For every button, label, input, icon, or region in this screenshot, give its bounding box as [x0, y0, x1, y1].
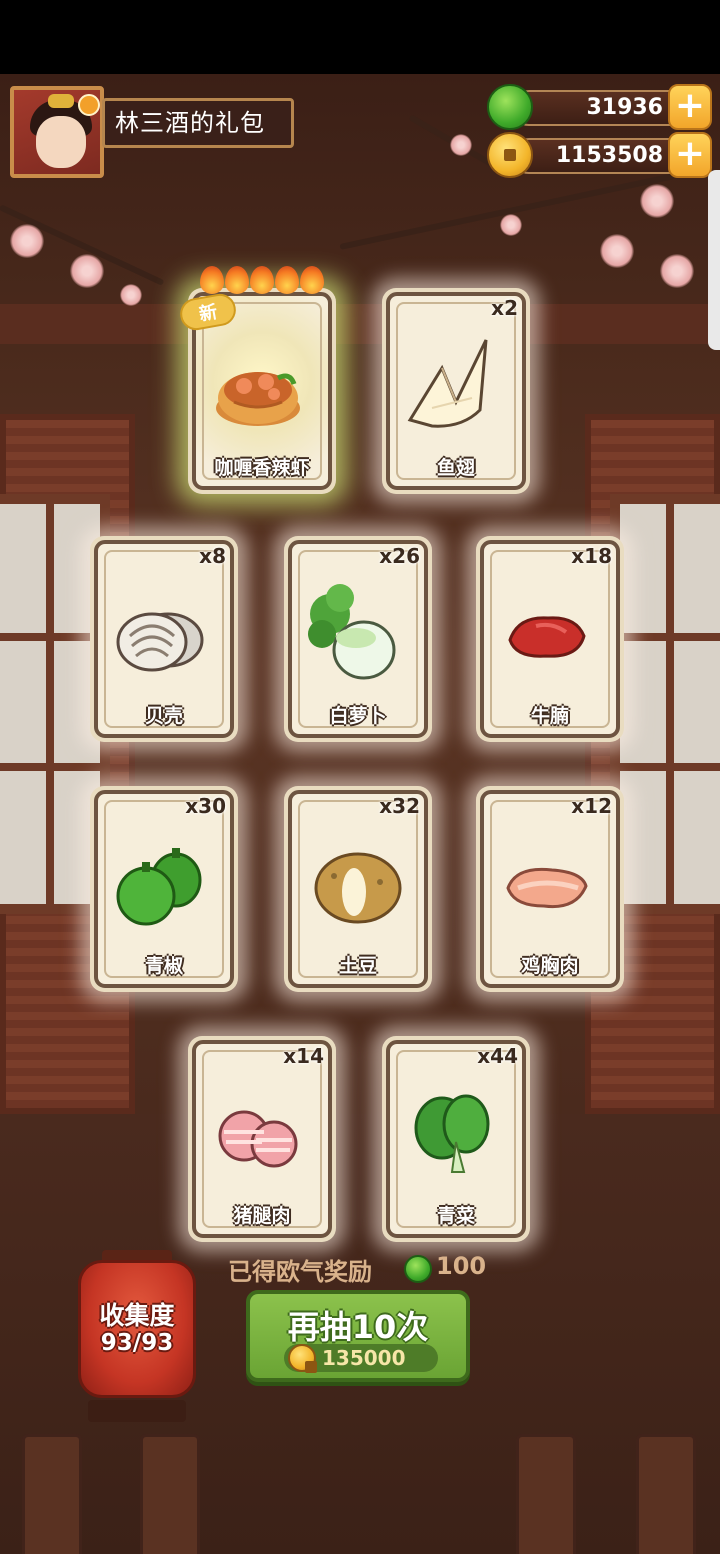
card-label: 牛腩	[530, 705, 569, 727]
fence-post	[516, 1434, 576, 1554]
green-pepper-icon	[116, 848, 202, 926]
jade-icon	[404, 1255, 432, 1283]
window-right	[610, 494, 720, 914]
level-badge-icon	[78, 94, 100, 116]
reward-amount: 100	[436, 1252, 487, 1280]
collection-label: 收集度	[99, 1301, 175, 1330]
flame-star-icon	[225, 266, 249, 294]
card-label: 鸡胸肉	[521, 955, 579, 977]
bok-choy-icon	[414, 1094, 490, 1173]
blossom-flower	[660, 254, 694, 288]
card-count: x26	[379, 544, 420, 568]
jade-amount: 31936	[511, 90, 691, 126]
blossom-flower	[70, 254, 104, 288]
card-bok-choy[interactable]: x44 青菜	[382, 1036, 530, 1242]
curry-shrimp-icon	[216, 372, 300, 426]
card-count: x44	[477, 1044, 518, 1068]
card-label: 青椒	[144, 955, 183, 977]
card-count: x8	[199, 544, 226, 568]
card-count: x30	[185, 794, 226, 818]
reward-label: 已得欧气奖励	[228, 1258, 372, 1286]
add-jade-button[interactable]: +	[668, 84, 712, 130]
coin-currency: 1153508 +	[487, 132, 712, 178]
blossom-flower	[450, 134, 472, 156]
card-radish[interactable]: x26 白萝卜	[284, 536, 432, 742]
collection-value: 93/93	[100, 1330, 174, 1356]
jade-currency: 31936 +	[487, 84, 712, 130]
fence-post	[22, 1434, 82, 1554]
draw-button-label: 再抽10次	[287, 1308, 429, 1346]
card-label: 贝壳	[144, 705, 183, 727]
card-label: 猪腿肉	[233, 1205, 291, 1227]
card-count: x2	[491, 296, 518, 320]
blossom-flower	[500, 214, 522, 236]
blossom-flower	[120, 284, 142, 306]
flame-star-icon	[300, 266, 324, 294]
draw-ten-button[interactable]: 再抽10次 135000	[246, 1290, 470, 1382]
card-beef[interactable]: x18 牛腩	[476, 536, 624, 742]
shark-fin-icon	[407, 339, 488, 428]
card-label: 鱼翅	[436, 457, 475, 479]
coin-icon	[288, 1344, 317, 1373]
flame-star-icon	[275, 266, 299, 294]
ceiling-beam	[0, 304, 720, 344]
pork-icon	[218, 1110, 298, 1168]
fence-post	[636, 1434, 696, 1554]
fence-post	[140, 1434, 200, 1554]
flame-star-icon	[250, 266, 274, 294]
collection-lantern[interactable]: 收集度 93/93	[78, 1250, 196, 1426]
card-shark-fin[interactable]: x2 鱼翅	[382, 288, 530, 494]
card-label: 青菜	[436, 1205, 475, 1227]
side-pull-tab[interactable]	[708, 170, 720, 350]
avatar[interactable]	[10, 86, 104, 178]
profile-card[interactable]: 林三酒的礼包	[10, 86, 295, 178]
gift-pack-title: 林三酒的礼包	[102, 98, 294, 148]
card-count: x32	[379, 794, 420, 818]
radish-icon	[308, 584, 396, 680]
card-count: x12	[571, 794, 612, 818]
card-count: x14	[283, 1044, 324, 1068]
card-label: 白萝卜	[329, 705, 387, 727]
flame-star-icon	[200, 266, 224, 294]
card-curry-shrimp[interactable]: 新 咖喱香辣虾	[177, 266, 336, 494]
lucky-reward-info: 已得欧气奖励 100	[228, 1252, 486, 1286]
card-clam[interactable]: x8 贝壳	[90, 536, 238, 742]
jade-icon	[487, 84, 533, 130]
card-potato[interactable]: x32 土豆	[284, 786, 432, 992]
blossom-flower	[640, 184, 674, 218]
card-green-pepper[interactable]: x30 青椒	[90, 786, 238, 992]
card-label: 土豆	[338, 955, 377, 977]
card-label: 咖喱香辣虾	[214, 457, 310, 479]
star-rating	[200, 266, 330, 294]
coin-icon	[487, 132, 533, 178]
draw-cost: 135000	[322, 1346, 406, 1370]
potato-icon	[314, 852, 402, 924]
status-bar	[0, 0, 720, 74]
blossom-flower	[10, 224, 44, 258]
card-count: x18	[571, 544, 612, 568]
add-coin-button[interactable]: +	[668, 132, 712, 178]
card-pork[interactable]: x14 猪腿肉	[188, 1036, 336, 1242]
beef-icon	[508, 616, 586, 658]
card-chicken-breast[interactable]: x12 鸡胸肉	[476, 786, 624, 992]
clam-icon	[116, 612, 204, 672]
coin-amount: 1153508	[511, 138, 691, 174]
chicken-breast-icon	[506, 867, 588, 909]
blossom-flower	[600, 234, 634, 268]
